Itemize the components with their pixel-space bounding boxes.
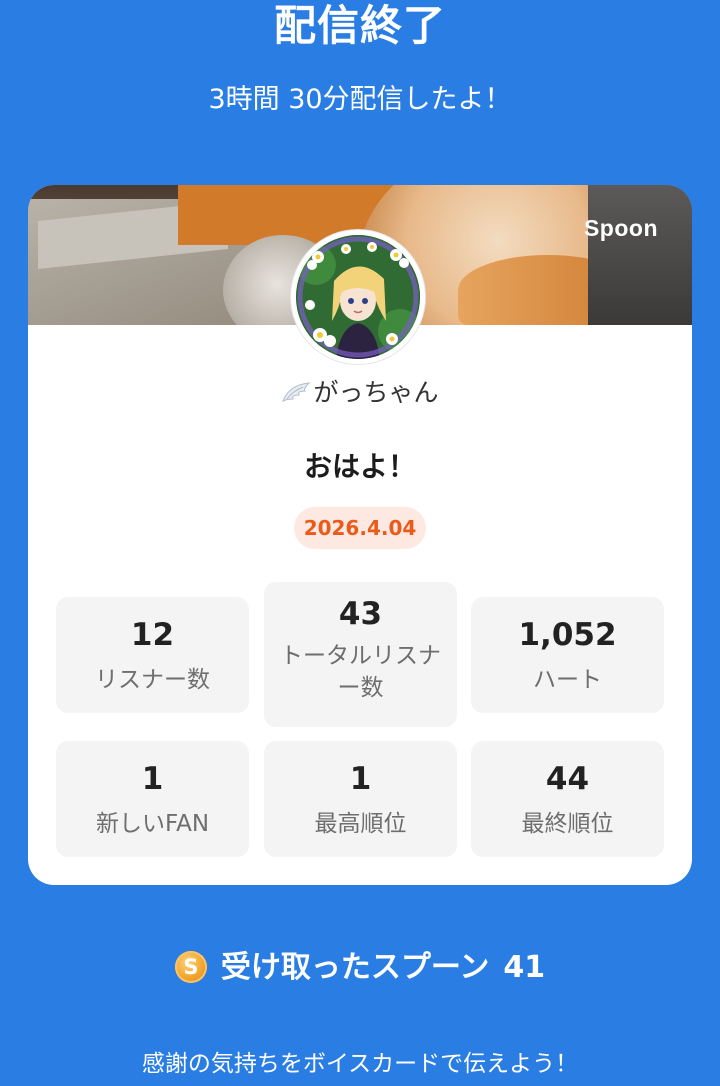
avatar[interactable] [291, 230, 425, 364]
stat-total-listeners: 43 トータルリスナ ー数 [264, 582, 457, 727]
stat-label: 新しいFAN [95, 811, 210, 837]
spoon-coin-icon: S [174, 951, 207, 983]
stat-value: 12 [130, 617, 175, 653]
stat-label: ハート [533, 667, 602, 693]
avatar-image [296, 235, 420, 359]
spoon-logo: Spoon [583, 215, 658, 241]
stat-highest-rank: 1 最高順位 [264, 741, 457, 857]
avatar-illustration [296, 235, 420, 359]
stat-hearts: 1,052 ハート [471, 597, 664, 713]
stat-label: トータルリスナ ー数 [280, 643, 441, 701]
username: がっちゃん [313, 378, 439, 407]
stat-value: 1 [141, 761, 164, 797]
broadcast-summary-card: Spoon がっちゃん おはよ！ 2026.4.04 12 リスナー数 43 ト… [28, 185, 692, 885]
stat-new-fans: 1 新しいFAN [56, 741, 249, 857]
page-title: 配信終了 [273, 1, 446, 50]
stat-label: 最終順位 [521, 811, 614, 837]
received-spoons-label: 受け取ったスプーン [220, 950, 490, 985]
voice-card-prompt[interactable]: 感謝の気持ちをボイスカードで伝えよう！ [0, 1042, 720, 1086]
stat-label: 最高順位 [314, 811, 407, 837]
wing-icon [282, 382, 311, 403]
stat-label: リスナー数 [95, 667, 210, 693]
stat-value: 1 [349, 761, 372, 797]
stat-listeners: 12 リスナー数 [56, 597, 249, 713]
date-badge: 2026.4.04 [294, 507, 426, 549]
stat-value: 1,052 [518, 617, 617, 653]
stat-value: 44 [545, 761, 590, 797]
stat-final-rank: 44 最終順位 [471, 741, 664, 857]
broadcast-title: おはよ！ [303, 450, 416, 483]
stat-value: 43 [338, 596, 383, 632]
received-spoons-count: 41 [503, 950, 546, 985]
received-spoons: S 受け取ったスプーン 41 [0, 945, 720, 991]
broadcast-duration: 3時間 30分配信したよ！ [208, 84, 512, 115]
